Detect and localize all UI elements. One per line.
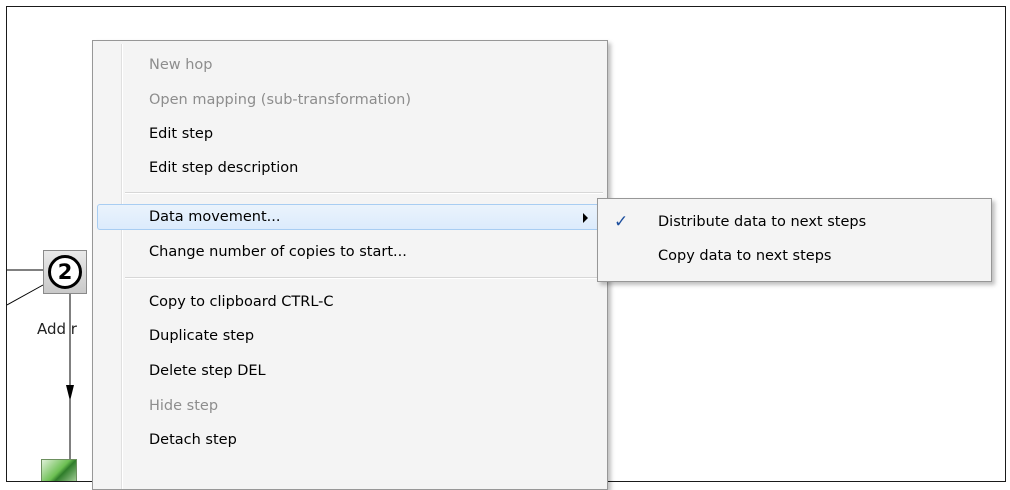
hop-arrow-icon bbox=[66, 385, 74, 401]
menu-item-detach-step[interactable]: Detach step bbox=[97, 427, 603, 453]
menu-separator bbox=[125, 192, 603, 194]
step-icon[interactable]: 2 bbox=[43, 250, 87, 294]
menu-item-change-copies[interactable]: Change number of copies to start... bbox=[97, 239, 603, 265]
next-step-icon[interactable] bbox=[41, 459, 77, 481]
menu-item-edit-step[interactable]: Edit step bbox=[97, 121, 603, 147]
step-context-menu: New hop Open mapping (sub-transformation… bbox=[92, 40, 608, 490]
submenu-item-copy[interactable]: Copy data to next steps bbox=[602, 243, 987, 269]
menu-item-edit-step-description[interactable]: Edit step description bbox=[97, 155, 603, 181]
menu-separator bbox=[125, 277, 603, 279]
incoming-hop-line-2[interactable] bbox=[7, 284, 44, 306]
menu-item-new-hop[interactable]: New hop bbox=[97, 52, 603, 78]
menu-item-hide-step[interactable]: Hide step bbox=[97, 393, 603, 419]
menu-item-open-mapping[interactable]: Open mapping (sub-transformation) bbox=[97, 87, 603, 113]
menu-item-delete-step[interactable]: Delete step DEL bbox=[97, 358, 603, 384]
checkmark-icon: ✓ bbox=[614, 212, 629, 232]
step-label: Add r bbox=[37, 320, 77, 338]
copies-badge: 2 bbox=[48, 255, 82, 289]
submenu-item-distribute[interactable]: ✓ Distribute data to next steps bbox=[602, 209, 987, 235]
data-movement-submenu: ✓ Distribute data to next steps Copy dat… bbox=[597, 198, 992, 282]
menu-item-copy-to-clipboard[interactable]: Copy to clipboard CTRL-C bbox=[97, 289, 603, 315]
submenu-item-distribute-label: Distribute data to next steps bbox=[658, 214, 867, 230]
menu-item-duplicate-step[interactable]: Duplicate step bbox=[97, 323, 603, 349]
menu-item-data-movement[interactable]: Data movement... bbox=[97, 204, 603, 230]
menu-item-data-movement-label: Data movement... bbox=[149, 209, 281, 225]
submenu-arrow-icon bbox=[583, 213, 588, 223]
